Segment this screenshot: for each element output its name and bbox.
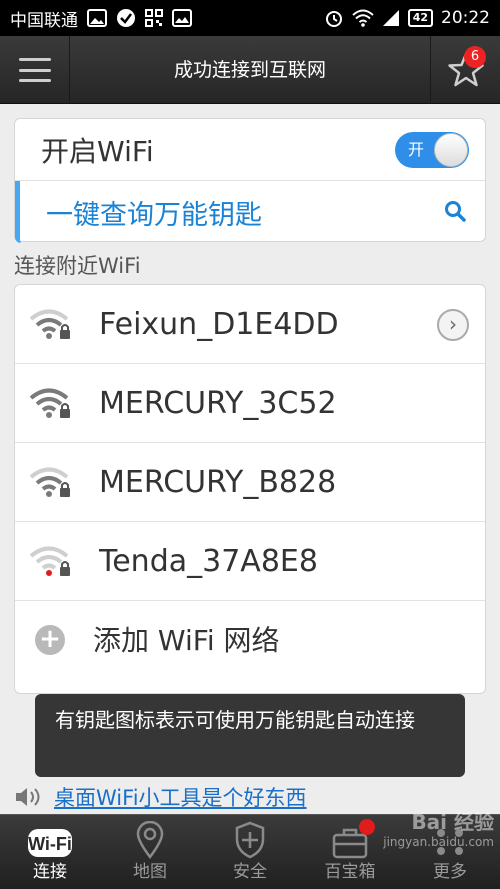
watermark-title: Bai 经验 <box>411 810 494 834</box>
wifi-status-icon <box>352 9 374 27</box>
nav-label: 安全 <box>233 862 267 882</box>
plus-icon: + <box>35 625 65 655</box>
nearby-section-label: 连接附近WiFi <box>14 254 141 278</box>
wifi-settings-card: 开启WiFi 开 一键查询万能钥匙 <box>14 118 486 243</box>
network-ssid: Feixun_D1E4DD <box>99 307 339 342</box>
shield-icon <box>235 821 265 859</box>
gallery-icon <box>87 9 107 27</box>
image-icon <box>172 9 192 27</box>
toggle-knob <box>434 133 468 167</box>
wifi-key-icon <box>29 465 73 503</box>
nav-tab-map[interactable]: 地图 <box>100 815 200 889</box>
favorites-button[interactable]: 6 <box>430 36 500 104</box>
wifi-key-icon <box>29 307 73 345</box>
nav-label: 地图 <box>133 862 167 882</box>
check-circle-icon <box>116 8 136 28</box>
nav-label: 连接 <box>33 862 67 882</box>
menu-icon <box>18 58 51 82</box>
toggle-state-label: 开 <box>408 140 425 159</box>
clock: 20:22 <box>441 8 490 28</box>
add-network-label: 添加 WiFi 网络 <box>93 624 280 657</box>
nav-tab-security[interactable]: 安全 <box>200 815 300 889</box>
wifi-toggle-label: 开启WiFi <box>41 134 154 168</box>
map-pin-icon <box>136 821 164 859</box>
title-bar: 成功连接到互联网 6 <box>0 36 500 104</box>
key-query-row[interactable]: 一键查询万能钥匙 <box>15 181 485 243</box>
nav-label: 更多 <box>433 862 467 882</box>
network-row[interactable]: Feixun_D1E4DD › <box>15 285 485 364</box>
svg-text:Wi-Fi: Wi-Fi <box>28 834 72 854</box>
watermark-url: jingyan.baidu.com <box>383 835 494 849</box>
network-ssid: Tenda_37A8E8 <box>99 544 318 579</box>
speaker-icon <box>16 788 40 806</box>
nav-tab-connect[interactable]: Wi-Fi 连接 <box>0 815 100 889</box>
network-list: Feixun_D1E4DD › MERCURY_3C52 MERCURY_B82… <box>14 284 486 694</box>
menu-button[interactable] <box>0 36 70 104</box>
new-indicator-dot <box>359 819 375 835</box>
signal-icon <box>382 9 400 27</box>
toast-message: 有钥匙图标表示可使用万能钥匙自动连接 <box>35 694 465 777</box>
watermark: Bai 经验 jingyan.baidu.com <box>383 806 494 849</box>
network-row[interactable]: MERCURY_3C52 <box>15 364 485 443</box>
nav-label: 百宝箱 <box>324 862 376 882</box>
page-title: 成功连接到互联网 <box>173 59 326 81</box>
notification-badge: 6 <box>464 46 486 68</box>
wifi-toggle-switch[interactable]: 开 <box>395 132 469 168</box>
tip-link[interactable]: 桌面WiFi小工具是个好东西 <box>54 782 307 812</box>
wifi-weak-key-icon <box>29 544 73 582</box>
chevron-right-icon[interactable]: › <box>437 309 469 341</box>
network-row[interactable]: Tenda_37A8E8 <box>15 522 485 601</box>
network-ssid: MERCURY_3C52 <box>99 386 337 421</box>
battery-indicator: 42 <box>407 9 433 27</box>
wifi-key-icon <box>29 386 73 424</box>
wifi-icon: Wi-Fi <box>28 829 72 857</box>
status-bar: 中国联通 42 20:22 <box>0 0 500 36</box>
alarm-icon <box>324 8 344 28</box>
qr-icon <box>145 9 163 27</box>
network-ssid: MERCURY_B828 <box>99 465 337 500</box>
key-query-label: 一键查询万能钥匙 <box>46 199 262 231</box>
add-network-row[interactable]: + 添加 WiFi 网络 <box>15 601 485 681</box>
tip-bar: 桌面WiFi小工具是个好东西 <box>14 782 307 812</box>
network-row[interactable]: MERCURY_B828 <box>15 443 485 522</box>
search-icon[interactable] <box>443 199 467 227</box>
carrier-label: 中国联通 <box>10 10 78 31</box>
